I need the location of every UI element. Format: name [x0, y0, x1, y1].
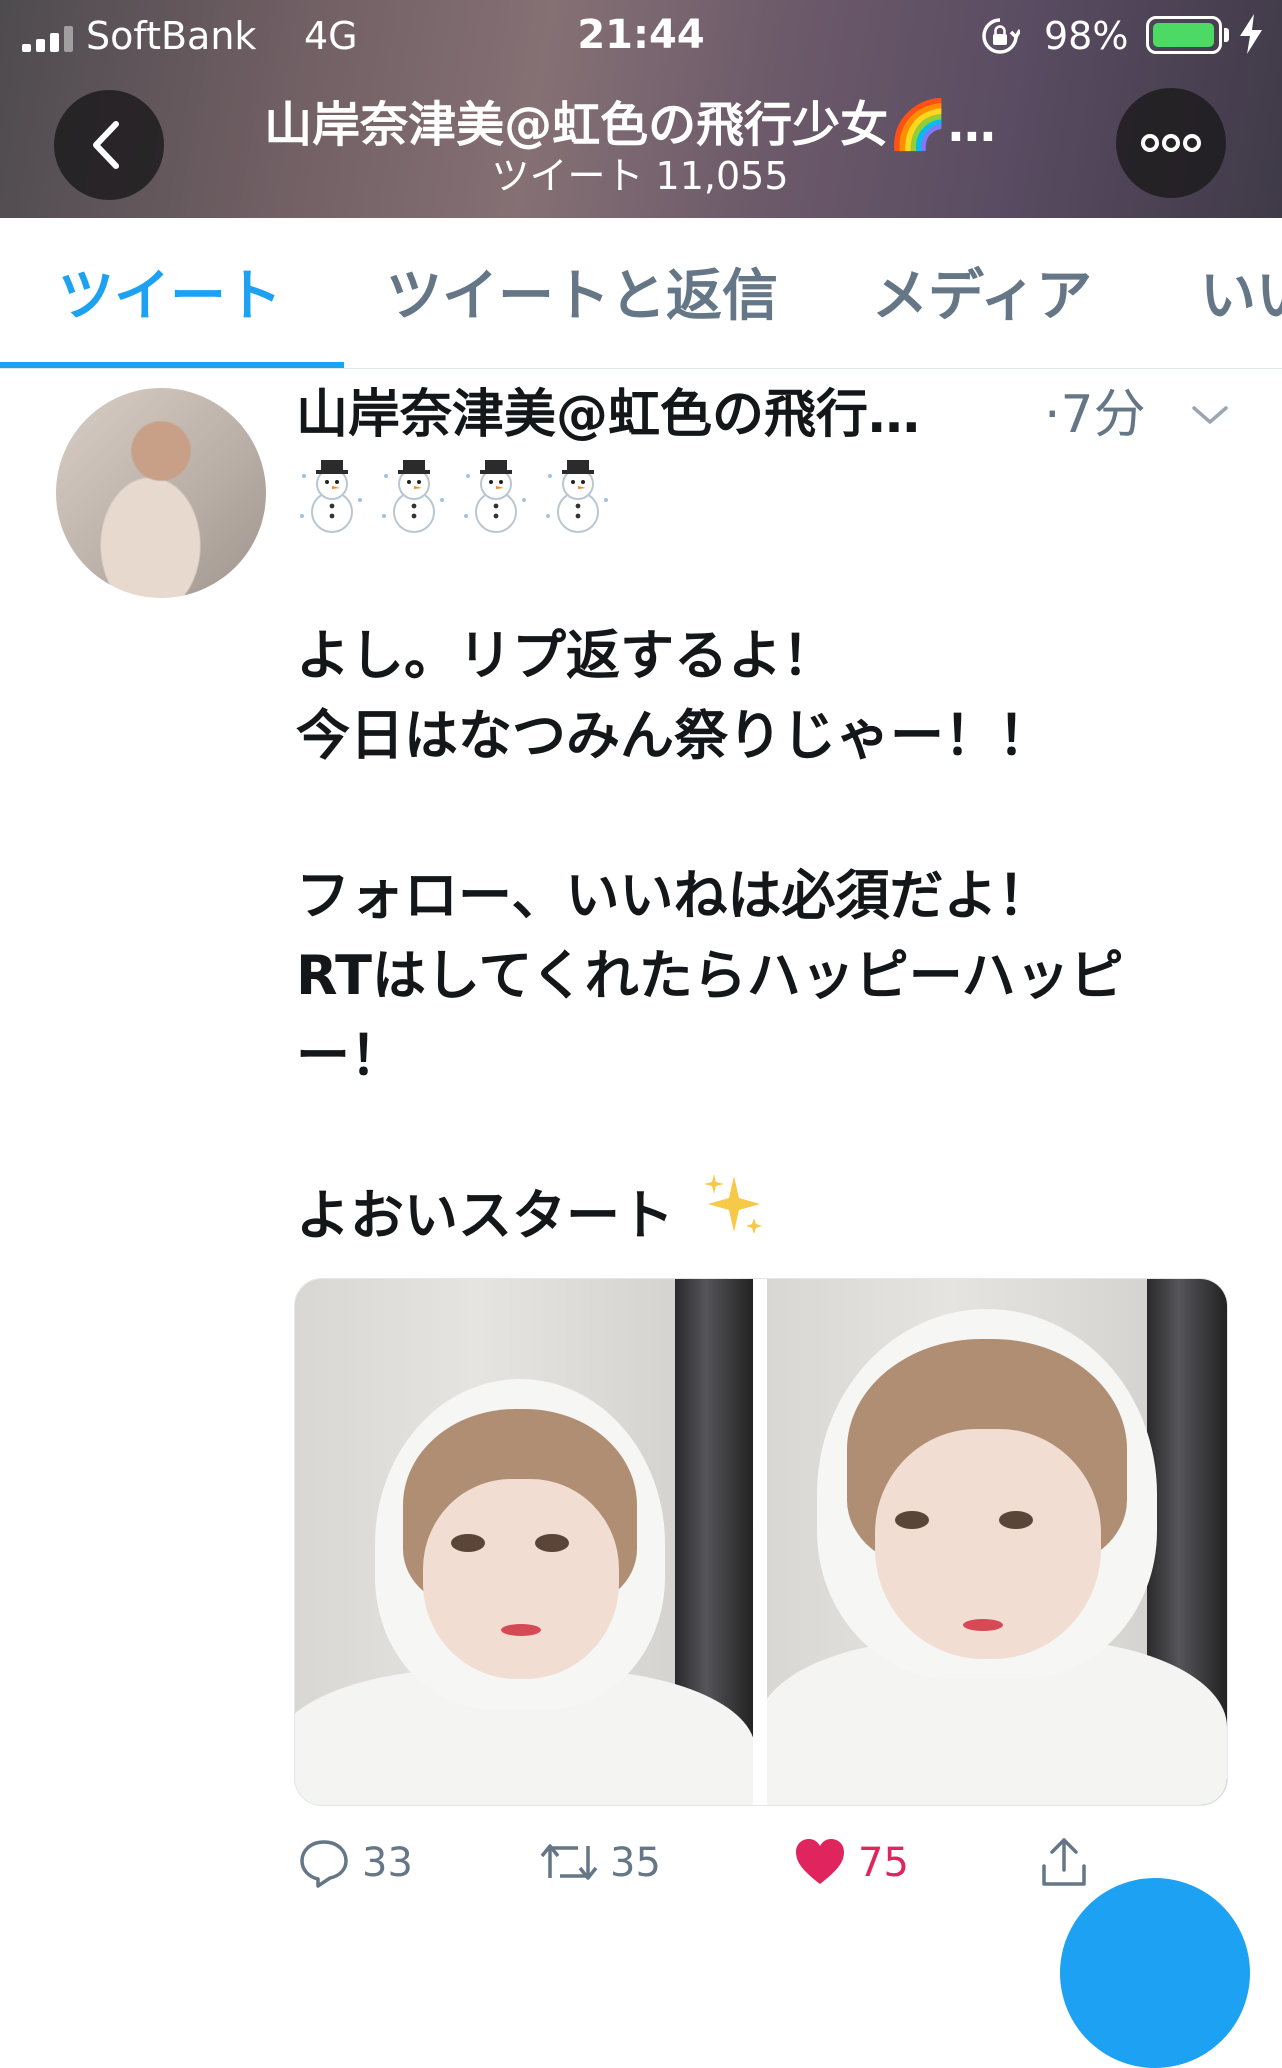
active-tab-indicator [0, 362, 344, 368]
charging-bolt-icon [1240, 14, 1262, 54]
snowman-icon [464, 460, 526, 533]
tweet-media-grid[interactable] [294, 1278, 1228, 1806]
profile-header: SoftBank 4G 21:44 98% 山岸奈津美@虹色の飛行少女🌈… ツイ… [0, 0, 1282, 218]
more-horizontal-icon [1141, 134, 1201, 152]
reply-icon [300, 1840, 348, 1888]
like-count: 75 [858, 1840, 909, 1886]
tab-tweets[interactable]: ツイート [58, 262, 282, 332]
retweet-icon [540, 1844, 598, 1880]
back-button[interactable] [54, 90, 164, 200]
photo-lips [963, 1619, 1003, 1631]
photo-eye [451, 1534, 485, 1552]
compose-tweet-button[interactable] [1060, 1878, 1250, 2068]
snowman-icon [382, 460, 444, 533]
photo-eye [535, 1534, 569, 1552]
retweet-button[interactable]: 35 [538, 1834, 688, 1892]
photo-eye [895, 1511, 929, 1529]
snowman-icon [300, 460, 362, 533]
reply-count: 33 [362, 1840, 413, 1886]
tab-likes[interactable]: いい [1200, 262, 1282, 332]
retweet-count: 35 [610, 1840, 661, 1886]
like-button[interactable]: 75 [792, 1834, 932, 1892]
snowman-icon [546, 460, 608, 533]
share-button[interactable] [1036, 1834, 1092, 1892]
profile-title: 山岸奈津美@虹色の飛行少女🌈… [264, 97, 996, 153]
battery-level [1153, 23, 1214, 47]
tab-tweets-and-replies[interactable]: ツイートと返信 [386, 262, 778, 332]
sparkles-icon [704, 1174, 762, 1234]
battery-percent: 98% [1044, 14, 1129, 58]
battery-icon [1146, 16, 1222, 54]
photo-eye [999, 1511, 1033, 1529]
tweet-body: よし。リプ返するよ！ 今日はなつみん祭りじゃー！！ フォロー、いいねは必須だよ！… [296, 624, 1124, 1247]
battery-cap [1224, 28, 1229, 42]
chevron-down-icon[interactable] [1190, 400, 1230, 430]
avatar[interactable] [56, 388, 266, 598]
more-button[interactable] [1116, 88, 1226, 198]
reply-button[interactable]: 33 [296, 1834, 436, 1892]
share-icon [1042, 1838, 1086, 1886]
author-name[interactable]: 山岸奈津美@虹色の飛行… [296, 382, 920, 448]
profile-tabs: ツイート ツイートと返信 メディア いい [0, 218, 1282, 369]
heart-icon [796, 1839, 844, 1884]
tab-media[interactable]: メディア [872, 262, 1092, 332]
photo-face [423, 1479, 619, 1679]
rotation-lock-icon [982, 18, 1020, 54]
tweet-count: ツイート 11,055 [491, 154, 789, 198]
tweet-photo-2[interactable] [767, 1279, 1227, 1805]
chevron-left-icon [93, 121, 119, 169]
tweet-timestamp: ·7分 [1044, 385, 1146, 445]
status-bar: SoftBank 4G 21:44 98% [0, 0, 1282, 70]
tweet-photo-1[interactable] [295, 1279, 753, 1805]
photo-lips [501, 1624, 541, 1636]
